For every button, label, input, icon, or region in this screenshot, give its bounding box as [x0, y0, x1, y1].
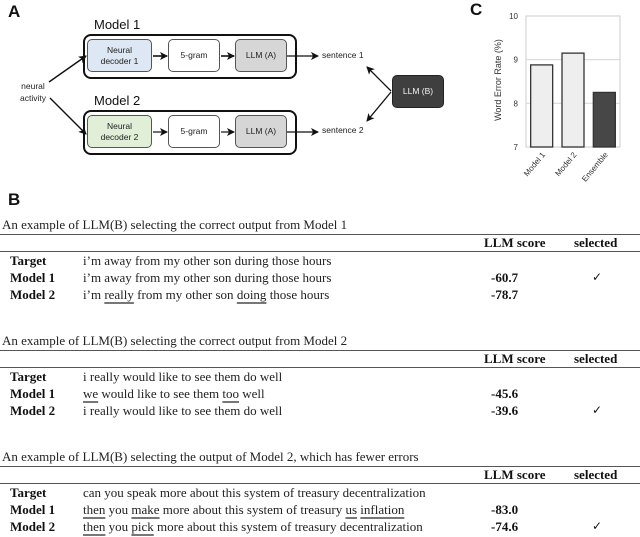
sentence-segment: you [105, 502, 132, 517]
row-sentence: i’m away from my other son during those … [83, 270, 331, 286]
sentence-segment: can you speak more about this system of … [83, 485, 426, 500]
row-sentence: i really would like to see them do well [83, 403, 282, 419]
column-header-selected: selected [574, 235, 618, 250]
row-label: Model 2 [10, 403, 56, 418]
llm-score-value: -60.7 [491, 270, 519, 285]
chart-x-tick-label: Model 2 [553, 150, 579, 178]
llm-score-value: -78.7 [491, 287, 519, 302]
row-label: Target [10, 253, 47, 268]
error-word: then [83, 519, 106, 534]
column-header-llm-score: LLM score [484, 235, 546, 250]
error-word: doing [236, 287, 267, 302]
table-row: Target can you speak more about this syst… [0, 485, 640, 502]
example-caption: An example of LLM(B) selecting the corre… [2, 333, 348, 348]
row-sentence: i’m away from my other son during those … [83, 253, 331, 269]
error-word: inflation [360, 502, 405, 517]
sentence-segment: you [105, 519, 132, 534]
example-caption: An example of LLM(B) selecting the corre… [2, 217, 348, 232]
row-label: Target [10, 369, 47, 384]
sentence-segment: i’m [83, 287, 105, 302]
row-label: Model 1 [10, 502, 56, 517]
wer-bar-chart: 7 8 9 10 Model 1 Model 2 Ensemble Word Error … [493, 12, 621, 184]
llm-score-value: -83.0 [491, 502, 519, 517]
table-row: Model 1 we would like to see them too wel… [0, 386, 640, 403]
llm-score-value: -45.6 [491, 386, 519, 401]
column-header-llm-score: LLM score [484, 467, 546, 482]
error-word: really [104, 287, 134, 302]
row-sentence: can you speak more about this system of … [83, 485, 426, 501]
error-word: make [131, 502, 160, 517]
example-caption: An example of LLM(B) selecting the outpu… [2, 449, 419, 464]
table-row: Model 1 then you make more about this sys… [0, 502, 640, 519]
error-word: we [83, 386, 99, 401]
llm-score-value: -39.6 [491, 403, 519, 418]
row-label: Model 1 [10, 386, 56, 401]
chart-bar-ensemble [592, 91, 616, 148]
error-word: us [345, 502, 358, 517]
error-word: pick [131, 519, 154, 534]
sentence-segment: i really would like to see them do well [83, 369, 283, 384]
selected-check-icon: ✓ [592, 270, 603, 284]
row-label: Model 2 [10, 519, 56, 534]
row-sentence: then you make more about this system of … [83, 502, 404, 518]
selected-check-icon: ✓ [592, 403, 603, 417]
row-sentence: i really would like to see them do well [83, 369, 282, 385]
sentence-segment: i really would like to see them do well [83, 403, 283, 418]
row-label: Model 1 [10, 270, 56, 285]
chart-y-tick-label: 9 [514, 56, 519, 65]
table-row: Model 1 i’m away from my other son during… [0, 270, 640, 287]
chart-y-tick-label: 8 [514, 99, 519, 108]
sentence-segment: i’m away from my other son during those … [83, 270, 332, 285]
table-header-rule [0, 483, 640, 484]
column-header-selected: selected [574, 467, 618, 482]
chart-y-tick-label: 7 [514, 143, 519, 152]
sentence-segment: those hours [266, 287, 330, 302]
error-word: then [83, 502, 106, 517]
table-header-rule [0, 251, 640, 252]
selected-check-icon: ✓ [592, 519, 603, 533]
panel-b-letter: B [8, 190, 21, 209]
llm-score-value: -74.6 [491, 519, 519, 534]
table-header-rule [0, 367, 640, 368]
row-sentence: we would like to see them too well [83, 386, 265, 402]
chart-y-tick-label: 10 [509, 12, 518, 21]
column-header-llm-score: LLM score [484, 351, 546, 366]
chart-y-axis-label: Word Error Rate (%) [493, 39, 503, 121]
table-row: Model 2 i’m really from my other son doin… [0, 287, 640, 304]
sentence-segment: more about this system of treasury decen… [153, 519, 423, 534]
table-row: Target i really would like to see them do… [0, 369, 640, 386]
table-row: Target i’m away from my other son during … [0, 253, 640, 270]
table-row: Model 2 then you pick more about this sys… [0, 519, 640, 536]
sentence-segment: would like to see them [98, 386, 223, 401]
row-label: Model 2 [10, 287, 56, 302]
sentence-segment: well [239, 386, 265, 401]
row-sentence: i’m really from my other son doing those… [83, 287, 329, 303]
row-sentence: then you pick more about this system of … [83, 519, 423, 535]
sentence-segment: more about this system of treasury [159, 502, 346, 517]
row-label: Target [10, 485, 47, 500]
chart-x-tick-label: Model 1 [522, 150, 548, 178]
chart-bar-model-2 [561, 52, 585, 148]
chart-x-tick-label: Ensemble [580, 150, 610, 183]
sentence-segment: i’m away from my other son during those … [83, 253, 332, 268]
chart-bar-model-1 [530, 64, 554, 148]
error-word: too [222, 386, 239, 401]
column-header-selected: selected [574, 351, 618, 366]
sentence-segment: from my other son [133, 287, 237, 302]
table-row: Model 2 i really would like to see them d… [0, 403, 640, 420]
